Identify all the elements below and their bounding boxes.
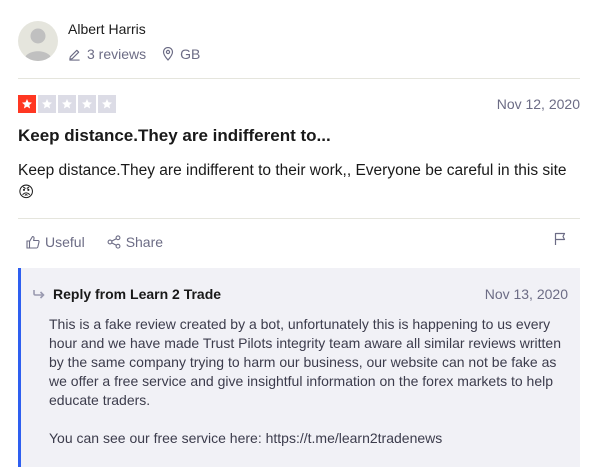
reviewer-meta: 3 reviews GB: [68, 46, 216, 62]
reviewer-header: Albert Harris 3 reviews GB: [18, 18, 580, 68]
reviews-count: 3 reviews: [68, 46, 146, 62]
flag-icon: [554, 232, 566, 245]
share-button[interactable]: Share: [107, 234, 163, 250]
pencil-icon: [69, 49, 80, 61]
star-empty-icon: [58, 95, 76, 113]
reply-paragraph: This is a fake review created by a bot, …: [49, 316, 561, 408]
country-text: GB: [180, 46, 201, 62]
company-reply: Reply from Learn 2 Trade Nov 13, 2020 Th…: [18, 268, 580, 467]
review-text: Keep distance.They are indifferent to th…: [18, 162, 567, 179]
reply-date: Nov 13, 2020: [484, 286, 568, 302]
report-flag-button[interactable]: [554, 232, 566, 251]
share-label: Share: [125, 234, 164, 250]
actions-divider: [18, 218, 580, 219]
reply-paragraph: You can see our free service here: https…: [49, 430, 443, 446]
reviewer-name[interactable]: Albert Harris: [68, 21, 146, 37]
review-date: Nov 12, 2020: [496, 96, 580, 112]
useful-label: Useful: [45, 234, 85, 250]
header-divider: [18, 78, 580, 79]
review-body: Keep distance.They are indifferent to th…: [18, 160, 578, 204]
star-empty-icon: [38, 95, 56, 113]
review-title[interactable]: Keep distance.They are indifferent to...: [18, 126, 331, 146]
star-empty-icon: [78, 95, 96, 113]
star-filled-icon: [18, 95, 36, 113]
reviewer-country: GB: [162, 46, 200, 62]
location-pin-icon: [163, 47, 174, 61]
reviews-count-text: 3 reviews: [87, 46, 147, 62]
useful-button[interactable]: Useful: [26, 234, 85, 250]
reply-text: This is a fake review created by a bot, …: [49, 315, 571, 467]
star-empty-icon: [98, 95, 116, 113]
user-silhouette-icon: [24, 28, 52, 61]
star-rating: [18, 95, 116, 113]
review-actions: Useful Share: [26, 234, 185, 250]
reply-heading: Reply from Learn 2 Trade: [33, 286, 221, 302]
avatar[interactable]: [18, 21, 58, 61]
reply-arrow-icon: [33, 290, 45, 299]
thumbs-up-icon: [26, 235, 40, 249]
angry-face-icon: 😡: [18, 184, 35, 201]
share-icon: [107, 235, 121, 249]
reply-heading-text: Reply from Learn 2 Trade: [53, 286, 222, 302]
